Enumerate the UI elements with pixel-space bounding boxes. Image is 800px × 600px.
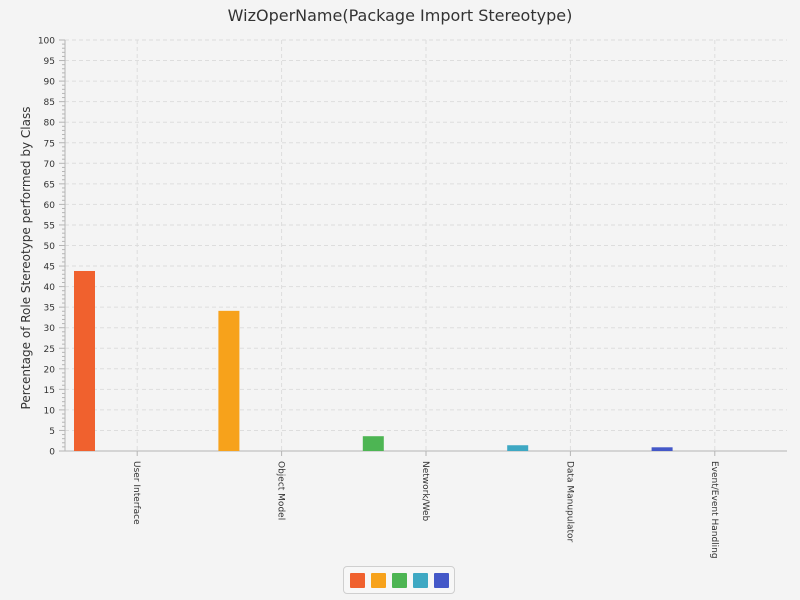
chart: WizOperName(Package Import Stereotype) P… <box>0 0 800 600</box>
y-tick-label: 55 <box>44 221 55 231</box>
legend-swatch <box>433 572 449 588</box>
y-tick-label: 50 <box>44 242 56 252</box>
y-tick-label: 60 <box>44 201 56 211</box>
y-tick-label: 75 <box>44 139 55 149</box>
x-tick-label: User Interface <box>131 461 141 525</box>
legend <box>343 566 455 594</box>
y-tick-label: 35 <box>44 304 55 314</box>
legend-swatch <box>370 572 386 588</box>
y-tick-label: 0 <box>49 448 55 458</box>
x-tick-label: Network/Web <box>420 461 430 522</box>
x-tick-label: Event/Event Handling <box>709 461 719 559</box>
y-tick-label: 30 <box>44 324 56 334</box>
bar <box>362 436 384 451</box>
legend-swatch <box>391 572 407 588</box>
y-tick-label: 25 <box>44 345 55 355</box>
bar <box>74 270 95 451</box>
x-tick-label: Object Model <box>276 461 286 520</box>
y-tick-label: 90 <box>44 78 56 88</box>
y-tick-label: 15 <box>44 386 55 396</box>
legend-swatch <box>412 572 428 588</box>
y-tick-label: 70 <box>44 160 56 170</box>
legend-swatch <box>349 572 365 588</box>
y-tick-label: 100 <box>38 37 55 47</box>
y-tick-label: 20 <box>44 365 56 375</box>
bar <box>218 310 240 451</box>
bar <box>507 445 529 451</box>
y-tick-label: 80 <box>44 119 56 129</box>
y-tick-label: 40 <box>44 283 56 293</box>
y-tick-label: 85 <box>44 98 55 108</box>
y-tick-label: 5 <box>49 427 55 437</box>
y-tick-label: 10 <box>44 406 56 416</box>
y-tick-label: 95 <box>44 57 55 67</box>
plot-area: 0 5 10 15 20 25 30 35 40 45 50 55 60 65 70 75 80 85 90 95 10… <box>38 37 787 559</box>
x-tick-label: Data Manupulator <box>564 461 574 543</box>
bar <box>651 447 673 451</box>
y-tick-label: 45 <box>44 263 55 273</box>
y-tick-label: 65 <box>44 180 55 190</box>
